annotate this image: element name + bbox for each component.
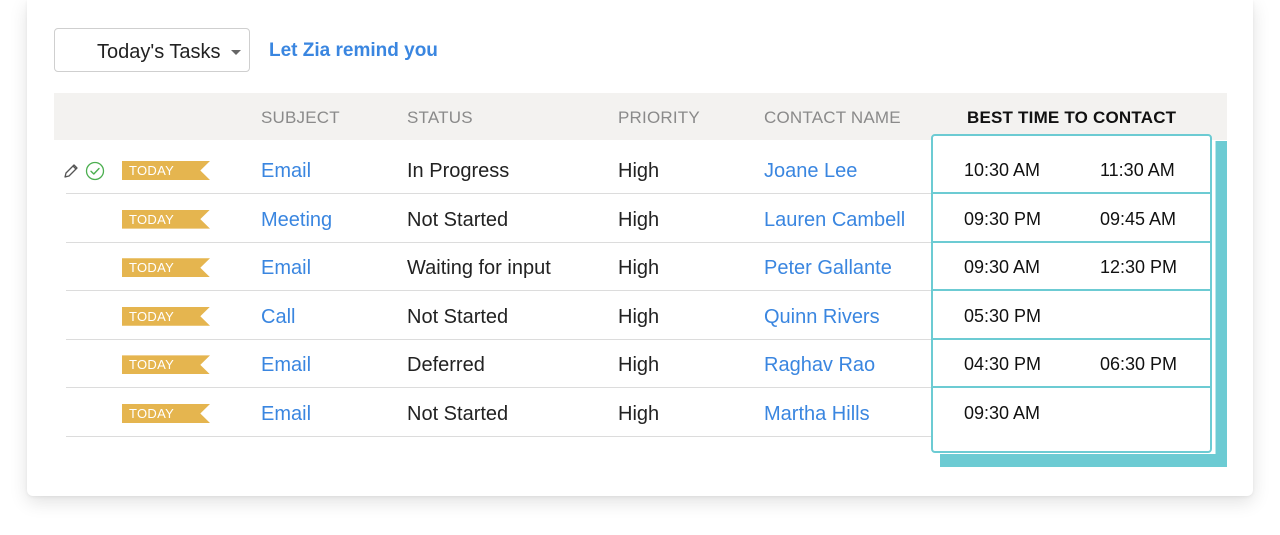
column-header-best-time[interactable]: BEST TIME TO CONTACT [967,108,1176,128]
status-cell: In Progress [407,160,510,182]
best-time-row: 09:30 AM 12:30 PM [933,243,1210,292]
contact-name-cell[interactable]: Peter Gallante [764,257,892,280]
status-cell: Waiting for input [407,257,551,280]
best-time-row: 04:30 PM 06:30 PM [933,340,1210,389]
best-time-end: 06:30 PM [1100,354,1178,375]
table-row[interactable]: TODAY Email Not Started High Martha Hills [66,389,932,437]
zia-remind-link[interactable]: Let Zia remind you [269,40,438,62]
table-row[interactable]: TODAY Meeting Not Started High Lauren Cambel… [66,195,932,243]
row-divider [66,436,932,437]
table-row[interactable]: TODAY Email Deferred High Raghav Rao [66,340,932,389]
subject-cell[interactable]: Email [261,403,311,426]
contact-name-cell[interactable]: Martha Hills [764,403,870,426]
contact-name-cell[interactable]: Joane Lee [764,160,857,183]
status-cell: Deferred [407,354,485,377]
view-selector-dropdown[interactable]: Today's Tasks [54,28,250,72]
today-badge-label: TODAY [129,308,175,324]
best-time-start: 05:30 PM [964,305,1042,326]
priority-cell: High [618,354,660,377]
status-cell: Not Started [407,403,509,425]
today-badge: TODAY [122,355,210,375]
table-row[interactable]: TODAY Email Waiting for input High Peter Gal… [66,243,932,292]
contact-name-cell[interactable]: Quinn Rivers [764,306,880,329]
view-selector-label: Today's Tasks [97,41,221,63]
today-badge: TODAY [122,209,210,229]
today-badge: TODAY [122,306,210,326]
today-badge: TODAY [122,258,210,278]
priority-cell: High [618,257,660,280]
column-header-priority[interactable]: PRIORITY [618,108,700,128]
best-time-start: 10:30 AM [964,160,1041,180]
subject-cell[interactable]: Email [261,257,311,280]
caret-down-icon [231,50,241,55]
contact-name-cell[interactable]: Lauren Cambell [764,209,905,232]
today-badge-label: TODAY [129,260,175,276]
subject-cell[interactable]: Call [261,306,295,329]
best-time-row: 09:30 AM [933,389,1210,437]
priority-cell: High [618,305,660,328]
best-time-row: 10:30 AM 11:30 AM [933,146,1210,194]
today-badge-label: TODAY [129,357,175,373]
today-badge-label: TODAY [129,406,175,421]
table-row[interactable]: TODAY Call Not Started High Quinn Rivers [66,292,932,340]
check-circle-icon[interactable] [85,161,105,181]
priority-cell: High [618,403,660,425]
status-cell: Not Started [407,208,509,231]
best-time-start: 04:30 PM [964,354,1042,375]
subject-cell[interactable]: Email [261,160,311,183]
best-time-end: 11:30 AM [1100,160,1175,180]
column-header-subject[interactable]: SUBJECT [261,108,340,128]
best-time-start: 09:30 AM [964,257,1041,278]
priority-cell: High [618,208,660,231]
today-badge: TODAY [122,161,210,180]
priority-cell: High [618,160,660,182]
pencil-icon[interactable] [62,162,80,180]
best-time-row: 05:30 PM [933,292,1210,340]
best-time-end: 09:45 AM [1100,208,1177,229]
best-time-row: 09:30 PM 09:45 AM [933,195,1210,243]
best-time-start: 09:30 PM [964,208,1042,229]
best-time-panel: 10:30 AM 11:30 AM 09:30 PM 09:45 AM 09:30 AM… [931,134,1212,453]
subject-cell[interactable]: Meeting [261,209,332,232]
column-header-contact-name[interactable]: CONTACT NAME [764,108,901,128]
status-cell: Not Started [407,305,509,328]
table-row[interactable]: TODAY Email In Progress High Joane Lee [64,146,932,194]
subject-cell[interactable]: Email [261,354,311,377]
contact-name-cell[interactable]: Raghav Rao [764,354,875,377]
today-badge-label: TODAY [129,163,175,178]
best-time-end: 12:30 PM [1100,257,1178,278]
today-badge: TODAY [122,404,210,423]
best-time-start: 09:30 AM [964,403,1041,423]
column-header-status[interactable]: STATUS [407,108,473,128]
today-badge-label: TODAY [129,211,175,227]
